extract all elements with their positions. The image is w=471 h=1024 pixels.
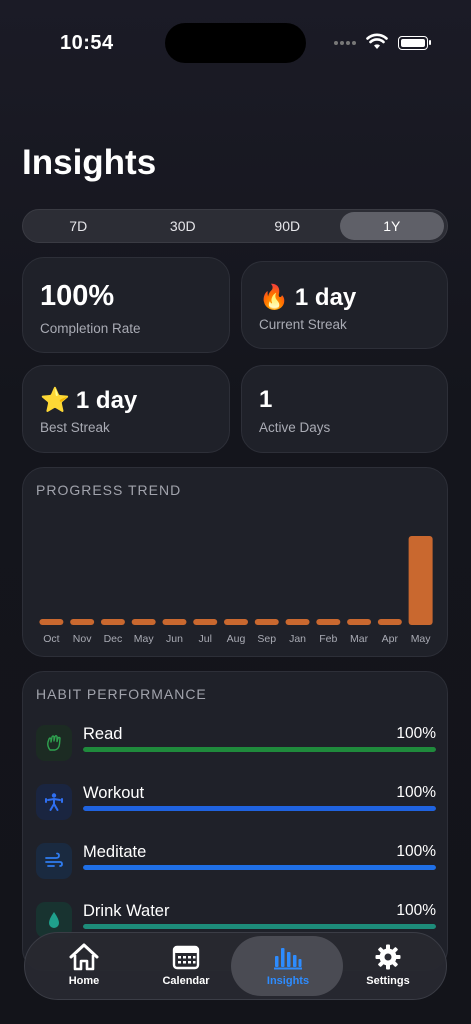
habit-percent: 100% <box>396 902 436 919</box>
trend-tick-label: Jan <box>289 633 306 645</box>
gear-icon <box>374 943 402 971</box>
trend-tick-label: Dec <box>104 633 123 645</box>
habit-name: Read <box>83 725 123 743</box>
status-time: 10:54 <box>60 32 114 54</box>
trend-bar <box>131 619 156 625</box>
trend-bar <box>377 619 402 625</box>
trend-bar <box>193 619 218 625</box>
time-range-selector: 7D 30D 90D 1Y <box>22 209 448 243</box>
trend-tick-label: Nov <box>73 633 92 645</box>
tab-label: Calendar <box>162 975 210 987</box>
best-streak-label: Best Streak <box>40 420 110 435</box>
completion-rate-card: 100% Completion Rate <box>22 257 230 353</box>
habit-name: Drink Water <box>83 902 170 920</box>
active-days-label: Active Days <box>259 420 331 435</box>
hand-icon <box>36 725 72 761</box>
trend-tick-label: Mar <box>350 633 369 645</box>
trend-bar <box>254 619 279 625</box>
habit-progress-fill <box>83 924 436 929</box>
tab-bar: Home Calendar Insights Settings <box>24 932 447 1000</box>
habit-performance-card: HABIT PERFORMANCE Read 100% Workout 100%… <box>22 671 448 971</box>
habit-row-meditate[interactable]: Meditate 100% <box>36 843 436 891</box>
tab-label: Insights <box>266 975 310 987</box>
wind-icon <box>36 843 72 879</box>
trend-bar <box>285 619 310 625</box>
trend-bar <box>316 619 341 625</box>
trend-tick-label: May <box>134 633 155 645</box>
trend-bar <box>70 619 95 625</box>
habit-percent: 100% <box>396 843 436 860</box>
trend-tick-label: Jul <box>199 633 212 645</box>
habit-percent: 100% <box>396 784 436 801</box>
trend-bar <box>39 619 64 625</box>
trend-tick-label: Oct <box>43 633 59 645</box>
tab-label: Settings <box>366 975 410 987</box>
habit-row-read[interactable]: Read 100% <box>36 725 436 773</box>
chart-icon <box>273 943 303 971</box>
range-tab-30d[interactable]: 30D <box>131 212 236 240</box>
habit-name: Workout <box>83 784 145 802</box>
trend-tick-label: May <box>411 633 432 645</box>
wifi-icon <box>366 33 388 49</box>
range-tab-1y[interactable]: 1Y <box>339 212 444 240</box>
trend-tick-label: Aug <box>227 633 246 645</box>
tab-settings[interactable]: Settings <box>335 933 441 999</box>
tab-label: Home <box>68 975 100 987</box>
star-icon: ⭐ <box>40 387 70 414</box>
fire-icon: 🔥 <box>259 284 289 311</box>
current-streak-label: Current Streak <box>259 317 347 332</box>
tab-insights[interactable]: Insights <box>235 933 341 999</box>
trend-bar <box>224 619 248 625</box>
habit-name: Meditate <box>83 843 147 861</box>
trend-tick-label: Sep <box>257 633 276 645</box>
habit-row-workout[interactable]: Workout 100% <box>36 784 436 832</box>
current-streak-value: 🔥 1 day <box>259 283 357 312</box>
calendar-icon <box>172 943 200 971</box>
habit-progress-fill <box>83 747 436 752</box>
habit-progress-bar <box>83 865 436 870</box>
best-streak-card: ⭐ 1 day Best Streak <box>22 365 230 453</box>
trend-bar <box>100 619 125 625</box>
habit-progress-bar <box>83 747 436 752</box>
page-title: Insights <box>22 143 157 182</box>
battery-icon <box>398 36 431 50</box>
best-streak-value: ⭐ 1 day <box>40 386 138 415</box>
active-days-value: 1 <box>259 386 273 413</box>
completion-rate-value: 100% <box>40 280 115 312</box>
dynamic-island <box>165 23 306 63</box>
trend-tick-label: Apr <box>382 633 399 645</box>
completion-rate-label: Completion Rate <box>40 321 141 336</box>
figure-icon <box>36 784 72 820</box>
status-bar: 10:54 <box>0 0 471 80</box>
habit-percent: 100% <box>396 725 436 742</box>
range-tab-7d[interactable]: 7D <box>26 212 131 240</box>
habit-progress-bar <box>83 806 436 811</box>
habit-performance-title: HABIT PERFORMANCE <box>36 686 207 702</box>
progress-trend-chart: Oct Nov Dec May Jun Jul Aug Sep Jan Feb Mar Apr May <box>39 536 433 645</box>
habit-progress-fill <box>83 806 436 811</box>
trend-bar <box>347 619 372 625</box>
habit-progress-fill <box>83 865 436 870</box>
house-icon <box>68 943 100 971</box>
tab-home[interactable]: Home <box>31 933 137 999</box>
range-tab-90d[interactable]: 90D <box>235 212 340 240</box>
active-days-card: 1 Active Days <box>241 365 448 453</box>
trend-bar <box>162 619 187 625</box>
trend-tick-label: Feb <box>319 633 337 645</box>
trend-tick-label: Jun <box>166 633 183 645</box>
progress-trend-card: PROGRESS TREND Oct Nov Dec May Jun Jul Aug Sep J… <box>22 467 448 657</box>
current-streak-card: 🔥 1 day Current Streak <box>241 261 448 349</box>
trend-bar <box>408 536 433 625</box>
tab-calendar[interactable]: Calendar <box>133 933 239 999</box>
cellular-signal-icon <box>334 41 356 45</box>
habit-progress-bar <box>83 924 436 929</box>
